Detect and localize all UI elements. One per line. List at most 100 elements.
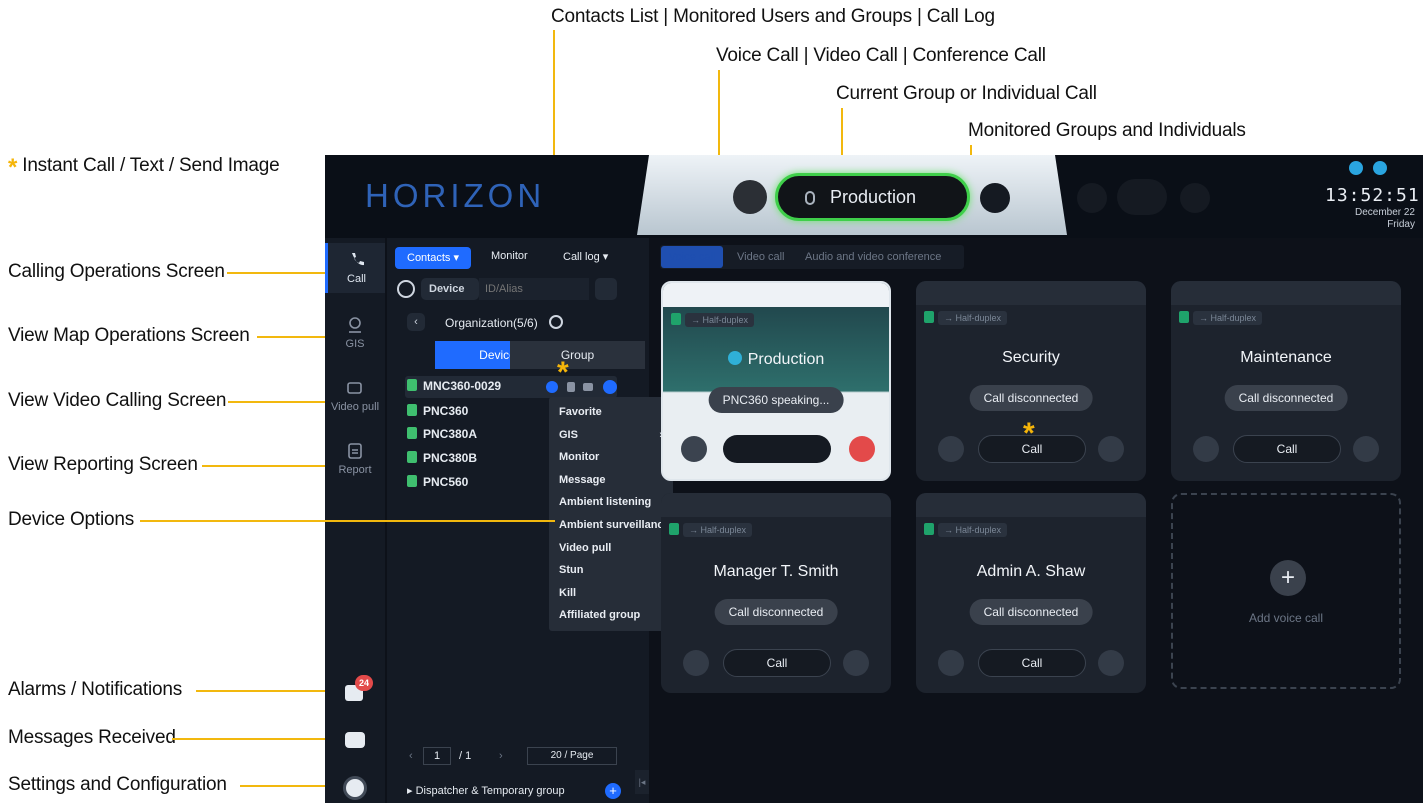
subtab-group[interactable]: Group [510, 341, 645, 369]
half-duplex-tag: → Half-duplex [683, 523, 753, 537]
message-button[interactable] [1353, 436, 1379, 462]
device-row-4[interactable]: PNC560 [407, 475, 468, 495]
menu-item-monitor[interactable]: Monitor [549, 446, 673, 469]
annotation-line [228, 401, 325, 403]
nav-video-pull[interactable]: Video pull [325, 371, 385, 421]
video-call-button[interactable] [938, 436, 964, 462]
call-card-manager-smith[interactable]: → Half-duplex Manager T. Smith Call disc… [661, 493, 891, 693]
console-left-button[interactable] [733, 180, 767, 214]
nav-call[interactable]: Call [325, 243, 385, 293]
settings-avatar-icon[interactable] [343, 776, 367, 800]
message-button[interactable] [1098, 650, 1124, 676]
card-header [661, 493, 891, 517]
logo: HORIZON [365, 177, 546, 214]
message-button[interactable] [843, 650, 869, 676]
clock-date: December 22 [1354, 207, 1415, 218]
back-button[interactable]: ‹ [407, 313, 425, 331]
pager-prev[interactable]: ‹ [409, 750, 413, 762]
mic-icon [805, 191, 815, 205]
menu-item-gis[interactable]: GIS› [549, 424, 673, 447]
device-row-2[interactable]: PNC380A [407, 427, 477, 447]
menu-item-kill[interactable]: Kill [549, 582, 673, 605]
organization-label: Organization(5/6) [445, 316, 538, 330]
message-icon[interactable] [345, 732, 365, 748]
tab-voice-call[interactable]: Voice call [661, 246, 723, 268]
pager-page-input[interactable]: 1 [423, 747, 451, 765]
device-row-3[interactable]: PNC380B [407, 451, 477, 471]
message-button[interactable] [1098, 436, 1124, 462]
radio-icon [407, 379, 417, 391]
chat-icon[interactable] [980, 183, 1010, 213]
device-row-1[interactable]: PNC360 [407, 404, 468, 424]
annotation-map-screen: View Map Operations Screen [8, 325, 250, 346]
instant-video-icon[interactable] [583, 383, 593, 391]
annotation-line [140, 520, 555, 522]
call-card-maintenance[interactable]: → Half-duplex Maintenance Call disconnec… [1171, 281, 1401, 481]
alarm-badge: 24 [355, 675, 373, 691]
filter-icon[interactable] [595, 278, 617, 300]
annotation-video-screen: View Video Calling Screen [8, 390, 227, 411]
call-card-admin-shaw[interactable]: → Half-duplex Admin A. Shaw Call disconn… [916, 493, 1146, 693]
dispatcher-group-toggle[interactable]: ▸ Dispatcher & Temporary group [407, 784, 565, 797]
add-group-button[interactable]: + [605, 783, 621, 799]
phone-icon [351, 253, 364, 266]
device-filter-select[interactable]: Device [421, 278, 479, 300]
radio-icon [1179, 311, 1189, 323]
menu-item-ambient-surveillance[interactable]: Ambient surveillance [549, 514, 673, 537]
end-call-button[interactable] [849, 436, 875, 462]
annotation-calling-screen: Calling Operations Screen [8, 261, 225, 282]
map-pin-icon [349, 317, 361, 333]
card-header [916, 281, 1146, 305]
menu-item-favorite[interactable]: Favorite [549, 401, 673, 424]
ptt-button[interactable] [1117, 179, 1167, 215]
radio-icon [407, 451, 417, 463]
call-card-production[interactable]: → Half-duplex Production PNC360 speaking… [661, 281, 891, 481]
search-input[interactable] [479, 278, 589, 300]
menu-item-affiliated-group[interactable]: Affiliated group [549, 604, 673, 627]
nav-gis[interactable]: GIS [325, 308, 385, 358]
eye-icon[interactable] [549, 315, 563, 329]
half-duplex-tag: → Half-duplex [938, 311, 1008, 325]
annotation-device-options: Device Options [8, 509, 135, 530]
annotation-line [196, 690, 325, 692]
menu-item-stun[interactable]: Stun [549, 559, 673, 582]
pager-next[interactable]: › [499, 750, 503, 762]
device-row-0[interactable]: MNC360-0029 [407, 379, 501, 399]
video-call-button[interactable] [683, 650, 709, 676]
transfer-button[interactable] [681, 436, 707, 462]
card-name: Production [663, 351, 889, 369]
collapse-handle[interactable]: |◂ [635, 770, 649, 794]
tab-contacts[interactable]: Contacts ▾ [395, 247, 471, 269]
annotation-line [202, 465, 325, 467]
mic-button[interactable] [1077, 183, 1107, 213]
clipboard-icon [348, 443, 362, 459]
tab-call-log[interactable]: Call log ▾ [563, 250, 608, 263]
call-button[interactable]: Call [1233, 435, 1341, 463]
dialpad-icon[interactable] [1180, 183, 1210, 213]
call-card-security[interactable]: → Half-duplex Security Call disconnected… [916, 281, 1146, 481]
device-context-menu: Favorite GIS› Monitor Message Ambient li… [549, 397, 673, 631]
locate-icon[interactable] [397, 280, 415, 298]
tab-video-call[interactable]: Video call [737, 251, 785, 263]
clock-time: 13:52:51 [1325, 185, 1420, 206]
video-call-button[interactable] [1193, 436, 1219, 462]
menu-item-video-pull[interactable]: Video pull [549, 537, 673, 560]
add-icon[interactable]: + [1270, 560, 1306, 596]
tab-monitor[interactable]: Monitor [491, 250, 528, 262]
menu-item-ambient-listening[interactable]: Ambient listening [549, 491, 673, 514]
nav-report[interactable]: Report [325, 434, 385, 484]
video-call-button[interactable] [938, 650, 964, 676]
call-button[interactable]: Call [978, 649, 1086, 677]
card-status: PNC360 speaking... [708, 387, 844, 413]
card-name: Manager T. Smith [713, 563, 839, 580]
ptt-hold-button[interactable] [723, 435, 831, 463]
annotation-line [257, 336, 325, 338]
half-duplex-tag: → Half-duplex [938, 523, 1008, 537]
tab-conference[interactable]: Audio and video conference [805, 251, 941, 263]
menu-item-message[interactable]: Message [549, 469, 673, 492]
call-button[interactable]: Call [723, 649, 831, 677]
half-duplex-tag: → Half-duplex [685, 313, 755, 327]
per-page-select[interactable]: 20 / Page [527, 747, 617, 765]
card-status: Call disconnected [714, 599, 838, 625]
more-options-icon[interactable] [603, 380, 617, 394]
